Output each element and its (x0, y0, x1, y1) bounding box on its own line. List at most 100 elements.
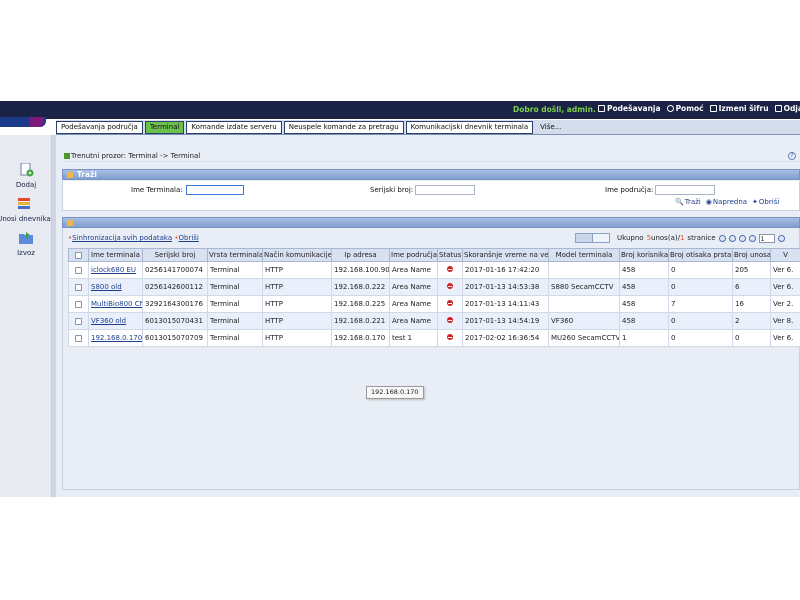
grid-view-button[interactable] (592, 233, 610, 243)
list-view-button[interactable] (575, 233, 593, 243)
tab-failed-commands[interactable]: Neuspele komande za pretragu (283, 121, 404, 134)
column-header[interactable]: Broj unosa (732, 248, 771, 262)
help-link[interactable]: Pomoć (666, 104, 704, 113)
search-panel-icon (67, 172, 73, 178)
table-cell: Terminal (207, 312, 263, 330)
table-cell: HTTP (262, 329, 332, 347)
tab-more[interactable]: Više... (535, 121, 566, 134)
previous-page-button[interactable] (728, 234, 736, 242)
table-cell: HTTP (262, 312, 332, 330)
table-cell: HTTP (262, 295, 332, 313)
area-name-label: Ime područja: (605, 186, 654, 194)
tab-server-commands[interactable]: Komande izdate serveru (186, 121, 282, 134)
column-header[interactable]: Skoranšnje vreme na vezi (462, 248, 549, 262)
table-cell: 2017-01-13 14:53:38 (462, 278, 549, 296)
next-page-button[interactable] (738, 234, 746, 242)
search-button[interactable]: 🔍 Traži (675, 198, 701, 206)
grid-panel-header[interactable] (62, 217, 800, 228)
sidebar-item-export[interactable]: Izvoz (0, 231, 52, 257)
table-cell: 458 (619, 278, 669, 296)
table-cell: 6013015070431 (142, 312, 208, 330)
broom-icon: ✦ (752, 198, 758, 206)
column-header[interactable]: Model terminala (548, 248, 620, 262)
table-cell: MU260 SecamCCTV (548, 329, 620, 347)
serial-number-label: Serijski broj: (370, 186, 414, 194)
delete-link[interactable]: Obriši (179, 234, 199, 242)
last-page-button[interactable] (748, 234, 756, 242)
table-cell: 3292164300176 (142, 295, 208, 313)
settings-link[interactable]: Podešavanja (598, 104, 661, 113)
column-header[interactable]: V (770, 248, 800, 262)
column-header[interactable]: Broj korisnika (619, 248, 669, 262)
table-row[interactable]: VF360 old 6013015070431 Terminal HTTP 192.16… (68, 312, 800, 330)
column-header[interactable]: Ime područja (389, 248, 438, 262)
row-checkbox[interactable] (68, 312, 89, 330)
logout-link[interactable]: Odjava (774, 104, 800, 113)
table-cell: 458 (619, 295, 669, 313)
logo (0, 117, 46, 127)
serial-number-input[interactable] (415, 185, 475, 195)
table-cell: 0256142600112 (142, 278, 208, 296)
column-header[interactable]: Serijski broj (142, 248, 208, 262)
table-cell: Ver 2. (770, 295, 800, 313)
clear-button[interactable]: ✦ Obriši (752, 198, 779, 206)
terminal-name-link[interactable]: MultiBio800 CN (91, 300, 142, 308)
table-cell: 7 (668, 295, 733, 313)
tooltip: 192.168.0.170 (366, 386, 424, 399)
offline-status-icon (447, 317, 453, 323)
table-cell: test 1 (389, 329, 438, 347)
tab-terminal[interactable]: Terminal (144, 121, 185, 134)
advanced-search-button[interactable]: ◉ Napredna (706, 198, 747, 206)
magnifier-icon: 🔍 (675, 198, 684, 206)
column-header[interactable]: Ip adresa (331, 248, 390, 262)
terminal-name-link[interactable]: S800 old (91, 283, 122, 291)
row-checkbox[interactable] (68, 278, 89, 296)
help-icon[interactable]: ? (788, 152, 796, 160)
table-cell: S880 SecamCCTV (548, 278, 620, 296)
select-all-checkbox[interactable] (68, 248, 89, 262)
row-checkbox[interactable] (68, 261, 89, 279)
column-header[interactable]: Ime terminala (88, 248, 143, 262)
table-cell: 2017-01-13 14:54:19 (462, 312, 549, 330)
column-header[interactable]: Status (437, 248, 463, 262)
terminal-name-link[interactable]: 192.168.0.170 (91, 334, 142, 342)
column-header[interactable]: Vrsta terminala (207, 248, 263, 262)
table-row[interactable]: MultiBio800 CN 3292164300176 Terminal HTTP 1… (68, 295, 800, 313)
terminal-name-link[interactable]: VF360 old (91, 317, 126, 325)
table-row[interactable]: S800 old 0256142600112 Terminal HTTP 192.168… (68, 278, 800, 296)
table-cell: 192.168.0.225 (331, 295, 390, 313)
column-header[interactable]: Način komunikacije (262, 248, 332, 262)
row-checkbox[interactable] (68, 329, 89, 347)
tab-area-settings[interactable]: Podešavanja područja (56, 121, 143, 134)
table-row[interactable]: 192.168.0.170 6013015070709 Terminal HTTP 19… (68, 329, 800, 347)
table-cell: Area Name (389, 312, 438, 330)
table-cell: 0256141700074 (142, 261, 208, 279)
column-header[interactable]: Broj otisaka prsta (668, 248, 733, 262)
table-header-row: Ime terminala Serijski broj Vrsta termin… (68, 248, 800, 262)
sidebar-item-log-entries[interactable]: Unosi dnevnika (0, 197, 52, 223)
terminal-name-input[interactable] (186, 185, 244, 195)
tab-communication-log[interactable]: Komunikacijski dnevnik terminala (405, 121, 534, 134)
sidebar-item-add[interactable]: Dodaj (0, 162, 52, 189)
table-cell: 0 (668, 278, 733, 296)
settings-icon (598, 105, 605, 112)
terminal-name-link[interactable]: iclock680 EU (91, 266, 136, 274)
table-row[interactable]: iclock680 EU 0256141700074 Terminal HTTP 192… (68, 261, 800, 279)
search-actions: 🔍 Traži ◉ Napredna ✦ Obriši (675, 198, 779, 206)
first-page-button[interactable] (718, 234, 726, 242)
breadcrumb: Trenutni prozor: Terminal -> Terminal ? (62, 152, 800, 162)
go-page-button[interactable] (777, 234, 785, 242)
search-panel-header[interactable]: Traži (62, 169, 800, 180)
sync-all-data-link[interactable]: Sinhronizacija svih podataka (72, 234, 172, 242)
row-checkbox[interactable] (68, 295, 89, 313)
table-cell: VF360 (548, 312, 620, 330)
binoculars-icon: ◉ (705, 198, 712, 206)
area-name-input[interactable] (655, 185, 715, 195)
table-cell: 192.168.100.90 (331, 261, 390, 279)
add-document-icon (20, 162, 34, 177)
table-cell: 16 (732, 295, 771, 313)
page-number-input[interactable]: 1 (758, 233, 775, 243)
grid-panel-icon (67, 220, 73, 226)
change-password-link[interactable]: Izmeni šifru (709, 104, 769, 113)
logout-icon (774, 105, 782, 112)
